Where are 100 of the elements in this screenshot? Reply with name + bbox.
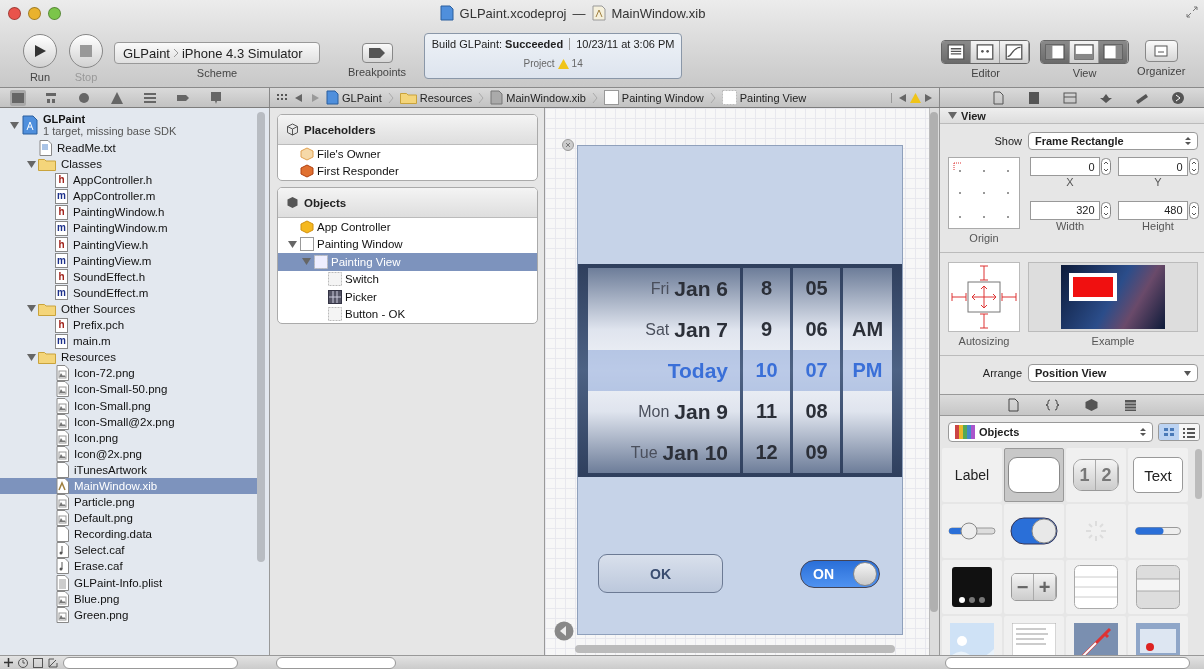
breadcrumb-item[interactable]: Resources — [399, 91, 473, 104]
outline-item[interactable]: Picker — [278, 288, 537, 306]
close-icon[interactable] — [562, 139, 574, 151]
add-icon[interactable] — [4, 658, 13, 667]
navigator-item[interactable]: GLPaint 1 target, missing base SDK — [0, 110, 257, 140]
file-inspector-icon[interactable] — [990, 89, 1006, 106]
outline-item[interactable]: App Controller — [278, 218, 537, 236]
navigator-item[interactable]: h PaintingWindow.h — [0, 204, 257, 221]
disclosure-triangle-icon[interactable] — [27, 304, 36, 314]
disclosure-triangle-icon[interactable] — [27, 352, 36, 362]
list-view-icon[interactable] — [1179, 424, 1199, 440]
stepper-icon[interactable] — [1100, 201, 1111, 219]
dimension-field[interactable]: 480 — [1117, 200, 1188, 220]
library-item[interactable] — [1004, 504, 1064, 558]
breadcrumb-item[interactable]: Painting View — [721, 90, 807, 105]
navigator-item[interactable]: m SoundEffect.m — [0, 284, 257, 301]
stepper-icon[interactable] — [1188, 158, 1199, 175]
filter-field[interactable] — [63, 656, 238, 669]
back-icon[interactable] — [294, 92, 304, 103]
stepper-icon[interactable] — [1100, 158, 1111, 175]
assistant-editor-icon[interactable] — [971, 41, 1001, 63]
navigator-item[interactable]: Particle.png — [0, 494, 257, 511]
navigator-item[interactable]: Icon-72.png — [0, 365, 257, 382]
media-library-icon[interactable] — [1123, 397, 1138, 413]
library-filter-popup[interactable]: Objects — [948, 422, 1153, 442]
help-inspector-icon[interactable] — [1026, 89, 1042, 106]
horizontal-scrollbar-icon[interactable] — [575, 645, 895, 653]
navigator-item[interactable]: Select.caf — [0, 542, 257, 559]
outline-item[interactable]: Painting Window — [278, 235, 537, 253]
outline-item[interactable]: Switch — [278, 270, 537, 288]
disclosure-triangle-icon[interactable] — [10, 120, 19, 130]
close-button[interactable] — [8, 6, 21, 20]
edited-filter-icon[interactable] — [48, 657, 58, 668]
navigator-item[interactable]: h SoundEffect.h — [0, 268, 257, 285]
outline-item[interactable]: Button - OK — [278, 305, 537, 323]
section-header[interactable]: View — [940, 108, 1204, 124]
breadcrumb-item[interactable]: MainWindow.xib — [490, 90, 586, 105]
autosizing-icon[interactable] — [948, 262, 1020, 332]
navigator-item[interactable]: m PaintingWindow.m — [0, 220, 257, 237]
navigator-item[interactable]: Resources — [0, 349, 257, 366]
run-button[interactable] — [23, 34, 57, 68]
breadcrumb-item[interactable]: GLPaint — [326, 90, 382, 105]
outline-item[interactable]: First Responder — [278, 162, 537, 180]
recent-icon[interactable] — [18, 657, 28, 668]
version-editor-icon[interactable] — [1000, 41, 1030, 63]
navigator-item[interactable]: m main.m — [0, 333, 257, 350]
connections-inspector-icon[interactable] — [1170, 89, 1186, 106]
grid-view-icon[interactable] — [1159, 424, 1179, 440]
navigator-item[interactable]: h Prefix.pch — [0, 317, 257, 334]
library-scrollbar-icon[interactable] — [1195, 449, 1202, 499]
disclosure-triangle-icon[interactable] — [948, 111, 957, 120]
picker-wheel[interactable]: AM PM — [843, 268, 892, 473]
navigator-item[interactable]: Blue.png — [0, 590, 257, 607]
navigator-item[interactable]: Default.png — [0, 510, 257, 527]
file-library-icon[interactable] — [1006, 397, 1021, 413]
navigator-item[interactable]: Icon-Small.png — [0, 397, 257, 414]
hide-outline-icon[interactable] — [554, 621, 574, 641]
navigator-item[interactable]: Icon-Small@2x.png — [0, 413, 257, 430]
disclosure-triangle-icon[interactable] — [27, 159, 36, 169]
disclosure-triangle-icon[interactable] — [288, 239, 297, 249]
navigator-item[interactable]: h PaintingView.h — [0, 236, 257, 253]
zoom-button[interactable] — [48, 6, 61, 20]
dimension-field[interactable]: 320 — [1029, 200, 1100, 220]
navigator-item[interactable]: m AppController.m — [0, 188, 257, 205]
navigator-item[interactable]: GLPaint-Info.plist — [0, 574, 257, 591]
log-navigator-icon[interactable] — [208, 89, 224, 106]
navigator-item[interactable]: m PaintingView.m — [0, 252, 257, 269]
minimize-button[interactable] — [28, 6, 41, 20]
organizer-button[interactable] — [1144, 40, 1178, 62]
ok-button[interactable]: OK — [598, 554, 723, 593]
utilities-pane-icon[interactable] — [1099, 41, 1129, 63]
navigator-item[interactable]: Icon.png — [0, 429, 257, 446]
vertical-scrollbar-icon[interactable] — [930, 112, 939, 612]
debug-pane-icon[interactable] — [1070, 41, 1100, 63]
arrange-popup[interactable]: Position View — [1028, 364, 1198, 382]
scrollbar-thumb-icon[interactable] — [257, 112, 265, 562]
dimension-field[interactable]: 0 — [1029, 157, 1100, 176]
library-item[interactable]: Label — [942, 448, 1002, 502]
navigator-pane-icon[interactable] — [1041, 41, 1071, 63]
navigator-item[interactable]: Icon@2x.png — [0, 445, 257, 462]
navigator-item[interactable]: iTunesArtwork — [0, 461, 257, 478]
stepper-icon[interactable] — [1188, 201, 1199, 219]
previous-issue-icon[interactable] — [898, 92, 907, 103]
show-popup[interactable]: Frame Rectangle — [1028, 132, 1198, 150]
library-item[interactable]: Text — [1128, 448, 1188, 502]
file-filter-icon[interactable] — [33, 657, 43, 668]
navigator-item[interactable]: Classes — [0, 156, 257, 173]
picker-wheel[interactable]: 8 9 10 11 12 — [743, 268, 790, 473]
objects-library-icon[interactable] — [1084, 397, 1099, 413]
navigator-item[interactable]: Other Sources — [0, 300, 257, 317]
navigator-item[interactable]: ReadMe.txt — [0, 140, 257, 156]
fullscreen-icon[interactable] — [1186, 6, 1198, 18]
standard-editor-icon[interactable] — [942, 41, 972, 63]
navigator-item[interactable]: Icon-Small-50.png — [0, 381, 257, 398]
library-item[interactable] — [942, 560, 1002, 614]
navigator-item[interactable]: Erase.caf — [0, 558, 257, 575]
navigator-item[interactable]: h AppController.h — [0, 172, 257, 189]
outline-item[interactable]: File's Owner — [278, 145, 537, 163]
breadcrumb-item[interactable]: Painting Window — [603, 90, 704, 105]
identity-inspector-icon[interactable] — [1062, 89, 1078, 106]
